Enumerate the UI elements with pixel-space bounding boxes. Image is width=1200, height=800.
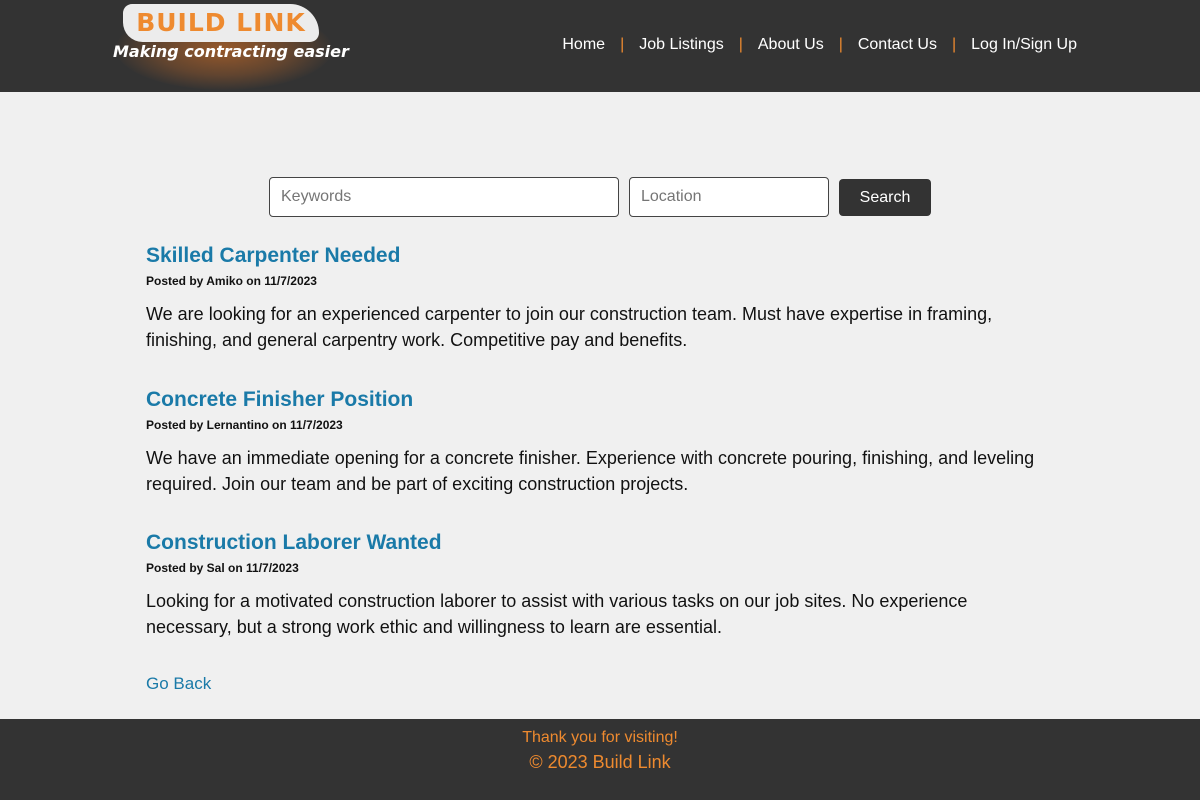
nav-about-us[interactable]: About Us: [758, 36, 824, 54]
site-header: BUILD LINK Making contracting easier Hom…: [0, 0, 1200, 92]
location-input[interactable]: [629, 177, 829, 217]
job-description: We are looking for an experienced carpen…: [146, 304, 993, 350]
job-title[interactable]: Construction Laborer Wanted: [146, 530, 1056, 556]
site-footer: Thank you for visiting! © 2023 Build Lin…: [0, 719, 1200, 800]
nav-home[interactable]: Home: [562, 36, 605, 54]
job-meta: Posted by Amiko on 11/7/2023: [146, 274, 317, 288]
logo-tagline: Making contracting easier: [113, 42, 349, 61]
main-nav: Home | Job Listings | About Us | Contact…: [562, 36, 1077, 54]
job-title[interactable]: Concrete Finisher Position: [146, 387, 1056, 413]
job-listing: Skilled Carpenter Needed Posted by Amiko…: [146, 243, 1056, 353]
logo-title: BUILD LINK: [136, 8, 306, 37]
nav-login-signup[interactable]: Log In/Sign Up: [971, 36, 1077, 54]
job-listing: Construction Laborer Wanted Posted by Sa…: [146, 530, 1056, 640]
footer-thanks: Thank you for visiting!: [522, 729, 678, 746]
job-title[interactable]: Skilled Carpenter Needed: [146, 243, 1056, 269]
keywords-input[interactable]: [269, 177, 619, 217]
job-listing: Concrete Finisher Position Posted by Ler…: [146, 387, 1056, 497]
logo[interactable]: BUILD LINK Making contracting easier: [108, 0, 349, 92]
nav-contact-us[interactable]: Contact Us: [858, 36, 937, 54]
nav-separator: |: [838, 36, 843, 53]
search-button[interactable]: Search: [839, 179, 931, 216]
nav-separator: |: [951, 36, 957, 53]
footer-copyright: © 2023 Build Link: [529, 752, 671, 772]
job-description: Looking for a motivated construction lab…: [146, 591, 968, 637]
nav-separator: |: [738, 36, 743, 53]
job-meta: Posted by Sal on 11/7/2023: [146, 561, 299, 575]
job-meta: Posted by Lernantino on 11/7/2023: [146, 418, 343, 432]
job-description: We have an immediate opening for a concr…: [146, 448, 1035, 494]
go-back-link[interactable]: Go Back: [146, 674, 211, 694]
nav-separator: |: [620, 36, 625, 53]
nav-job-listings[interactable]: Job Listings: [639, 36, 724, 54]
